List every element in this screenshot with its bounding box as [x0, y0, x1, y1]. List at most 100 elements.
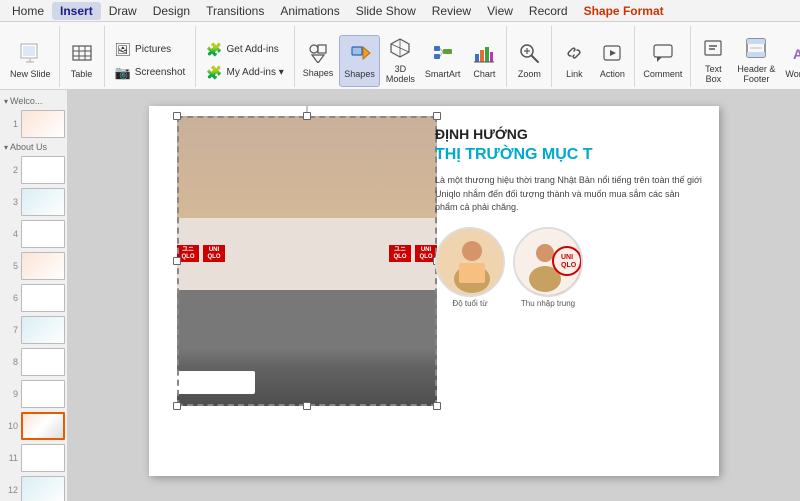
slide-thumb-2[interactable]: 2 [0, 154, 67, 186]
handle-bottom-center[interactable] [303, 402, 311, 410]
textbox-label: TextBox [705, 65, 722, 85]
selected-image-container[interactable]: ユニQLO UNIQLO ユニQLO UNIQLO [177, 116, 437, 406]
slide-preview-3[interactable] [21, 188, 65, 216]
shapes-dropdown-button[interactable]: Shapes [299, 35, 338, 87]
slide-thumb-12[interactable]: 12 [0, 474, 67, 501]
slide-preview-6[interactable] [21, 284, 65, 312]
comment-icon [652, 42, 674, 68]
menu-review[interactable]: Review [424, 2, 479, 20]
ribbon-group-zoom: Zoom [507, 26, 552, 87]
slide-thumb-9[interactable]: 9 [0, 378, 67, 410]
ribbon-group-slides: New Slide [2, 26, 60, 87]
slide-preview-2[interactable] [21, 156, 65, 184]
section-welcome[interactable]: ▾ Welco... [0, 94, 67, 108]
circle-images: Độ tuổi từ UNI QLO [435, 227, 703, 308]
chart-icon [473, 42, 495, 68]
action-button[interactable]: Action [594, 35, 630, 87]
section-about-chevron: ▾ [4, 143, 8, 152]
slide-preview-1[interactable] [21, 110, 65, 138]
slide-canvas[interactable]: ユニQLO UNIQLO ユニQLO UNIQLO [149, 106, 719, 476]
slide-thumb-6[interactable]: 6 [0, 282, 67, 314]
get-addins-button[interactable]: 🧩 Get Add-ins [200, 39, 289, 61]
screenshot-label: Screenshot [135, 67, 186, 78]
table-icon [71, 42, 93, 68]
handle-top-center[interactable] [303, 112, 311, 120]
menu-design[interactable]: Design [145, 2, 198, 20]
menu-animations[interactable]: Animations [272, 2, 347, 20]
ribbon: New Slide Table [0, 22, 800, 90]
menu-insert[interactable]: Insert [52, 2, 101, 20]
zoom-button[interactable]: Zoom [511, 35, 547, 87]
new-slide-button[interactable]: New Slide [6, 35, 55, 87]
menu-draw[interactable]: Draw [101, 2, 145, 20]
menu-transitions[interactable]: Transitions [198, 2, 272, 20]
table-button[interactable]: Table [64, 35, 100, 87]
textbox-icon [702, 37, 724, 63]
slide-panel: ▾ Welco... 1 ▾ About Us 2 3 4 5 [0, 90, 68, 501]
slide-thumb-3[interactable]: 3 [0, 186, 67, 218]
header-footer-button[interactable]: Header &Footer [733, 35, 779, 87]
slide-thumb-4[interactable]: 4 [0, 218, 67, 250]
section-welcome-label: Welco... [10, 96, 42, 106]
smartart-button[interactable]: SmartArt [421, 35, 465, 87]
slide-num-3: 3 [4, 197, 18, 207]
link-button[interactable]: Link [556, 35, 592, 87]
menu-home[interactable]: Home [4, 2, 52, 20]
slide-thumb-5[interactable]: 5 [0, 250, 67, 282]
chart-button[interactable]: Chart [466, 35, 502, 87]
get-addins-label: Get Add-ins [227, 44, 279, 55]
pictures-label: Pictures [135, 44, 171, 55]
addins-icon: 🧩 [206, 42, 222, 58]
slide-num-7: 7 [4, 325, 18, 335]
car [177, 371, 255, 394]
slide-right-content: ĐỊNH HƯỚNG THỊ TRƯỜNG MỤC T Là một thươn… [419, 106, 719, 476]
slide-thumb-11[interactable]: 11 [0, 442, 67, 474]
ribbon-group-links: Link Action [552, 26, 635, 87]
slide-preview-9[interactable] [21, 380, 65, 408]
screenshot-icon: 📷 [115, 65, 131, 81]
slide-preview-11[interactable] [21, 444, 65, 472]
slide-preview-10[interactable] [21, 412, 65, 440]
screenshot-button[interactable]: 📷 Screenshot [109, 62, 192, 84]
section-about[interactable]: ▾ About Us [0, 140, 67, 154]
slide-thumb-10[interactable]: 10 [0, 410, 67, 442]
slide-thumb-1[interactable]: 1 [0, 108, 67, 140]
slide-preview-4[interactable] [21, 220, 65, 248]
my-addins-icon: 🧩 [206, 65, 222, 81]
shapes-button[interactable]: Shapes [339, 35, 380, 87]
link-icon [563, 42, 585, 68]
slide-thumb-8[interactable]: 8 [0, 346, 67, 378]
slide-preview-12[interactable] [21, 476, 65, 501]
main-area: ▾ Welco... 1 ▾ About Us 2 3 4 5 [0, 90, 800, 501]
shapes-dropdown-label: Shapes [303, 69, 334, 79]
section-about-label: About Us [10, 142, 47, 152]
menu-view[interactable]: View [479, 2, 521, 20]
uniqlo-badge-left-2: UNIQLO [203, 245, 225, 262]
slide-num-5: 5 [4, 261, 18, 271]
comment-button[interactable]: Comment [639, 35, 686, 87]
handle-bottom-left[interactable] [173, 402, 181, 410]
slide-preview-7[interactable] [21, 316, 65, 344]
textbox-button[interactable]: TextBox [695, 35, 731, 87]
shapes-dropdown-icon [308, 43, 328, 67]
new-slide-label: New Slide [10, 70, 51, 80]
new-slide-icon [19, 42, 41, 68]
wordart-button[interactable]: A WordArt [781, 35, 800, 87]
menu-shape-format[interactable]: Shape Format [576, 2, 672, 20]
handle-middle-left[interactable] [173, 257, 181, 265]
smartart-label: SmartArt [425, 70, 461, 80]
smartart-icon [432, 42, 454, 68]
menu-record[interactable]: Record [521, 2, 576, 20]
circle-item-1: Độ tuổi từ [435, 227, 505, 308]
slide-preview-5[interactable] [21, 252, 65, 280]
menu-slideshow[interactable]: Slide Show [348, 2, 424, 20]
menu-bar: Home Insert Draw Design Transitions Anim… [0, 0, 800, 22]
3d-models-button[interactable]: 3DModels [382, 35, 419, 87]
slide-preview-8[interactable] [21, 348, 65, 376]
svg-text:A: A [793, 46, 800, 62]
handle-top-left[interactable] [173, 112, 181, 120]
slide-thumb-7[interactable]: 7 [0, 314, 67, 346]
pictures-button[interactable]: 🖼 Pictures [109, 39, 192, 61]
circle-image-1 [435, 227, 505, 297]
my-addins-button[interactable]: 🧩 My Add-ins ▾ [200, 62, 289, 84]
